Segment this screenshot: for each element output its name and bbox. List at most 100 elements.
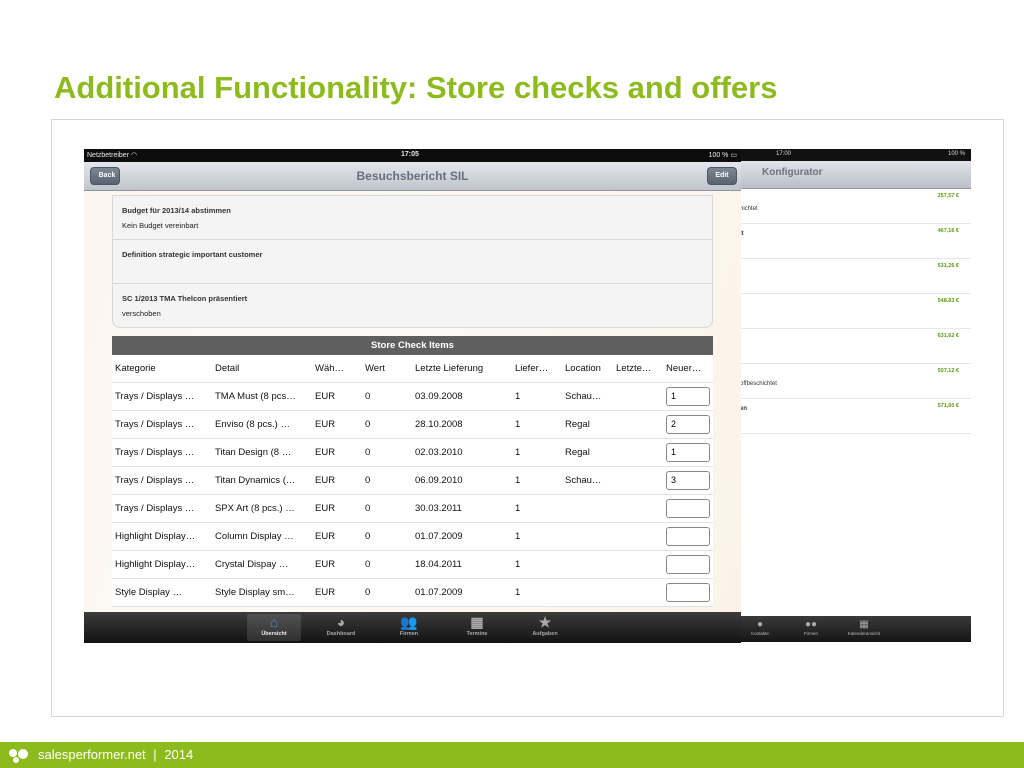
column-header[interactable]: Liefer… xyxy=(512,355,562,383)
new-quantity-input[interactable] xyxy=(666,414,710,434)
cell-kategorie: Trays / Displays … xyxy=(112,410,212,439)
table-row[interactable]: Trays / Displays … Enviso (8 pcs.) … EUR 0 2… xyxy=(112,410,713,439)
cell-waehrung: EUR xyxy=(312,494,362,523)
cell-letzte-lieferung: 01.07.2009 xyxy=(412,522,512,551)
tb-tab-firmen[interactable]: ●● Firmen xyxy=(791,619,831,636)
cell-liefer: 1 xyxy=(512,410,562,439)
table-row[interactable]: Highlight Display… Column Display … EUR 0 01… xyxy=(112,522,713,551)
tb-row-amount: 257,57 € xyxy=(937,193,959,199)
tb-config-row[interactable]: 257,57 € hichtet xyxy=(738,189,971,224)
cell-waehrung: EUR xyxy=(312,466,362,495)
new-quantity-input[interactable] xyxy=(666,498,710,518)
tab-uebersicht[interactable]: ⌂ Übersicht xyxy=(247,614,301,641)
cell-detail: Style Display sm… xyxy=(212,578,312,607)
footer-brand: salesperformer.net xyxy=(38,747,146,762)
tb-status-time: 17:00 xyxy=(776,151,792,157)
new-quantity-input[interactable] xyxy=(666,386,710,406)
column-header[interactable]: Detail xyxy=(212,355,312,383)
tab-termine[interactable]: ▦ Termine xyxy=(450,614,504,641)
people-icon: ●● xyxy=(804,619,818,630)
cell-letzte xyxy=(613,522,663,551)
tb-row-label: en xyxy=(740,406,748,412)
note-item[interactable]: Definition strategic important customer xyxy=(113,240,712,284)
nav-bar: Back Besuchsbericht SIL Edit xyxy=(84,162,741,191)
column-header[interactable]: Location xyxy=(562,355,613,383)
cell-wert: 0 xyxy=(362,410,412,439)
tab-firmen[interactable]: 👥 Firmen xyxy=(382,614,436,641)
cell-kategorie: Trays / Displays … xyxy=(112,466,212,495)
note-item[interactable]: Budget für 2013/14 abstimmen Kein Budget… xyxy=(113,196,712,240)
table-row[interactable]: Trays / Displays … Titan Dynamics (… EUR 0 0… xyxy=(112,466,713,495)
cell-wert: 0 xyxy=(362,438,412,467)
note-heading: Budget für 2013/14 abstimmen xyxy=(122,206,231,215)
cell-liefer: 1 xyxy=(512,466,562,495)
cell-location xyxy=(562,494,613,523)
cell-letzte-lieferung: 02.03.2010 xyxy=(412,438,512,467)
cell-location xyxy=(562,550,613,579)
cell-detail: TMA Must (8 pcs… xyxy=(212,382,312,411)
store-check-header: Store Check Items xyxy=(112,336,713,355)
new-quantity-input[interactable] xyxy=(666,554,710,574)
new-quantity-input[interactable] xyxy=(666,442,710,462)
star-icon: ★ xyxy=(538,614,552,630)
cell-letzte-lieferung: 28.10.2008 xyxy=(412,410,512,439)
table-row[interactable]: Trays / Displays … Titan Design (8 … EUR 0 0… xyxy=(112,438,713,467)
column-header[interactable]: Letzte Lieferung xyxy=(412,355,512,383)
tab-label: Firmen xyxy=(399,631,419,637)
tb-config-row[interactable]: 571,60 € en xyxy=(738,399,971,434)
tb-config-row[interactable]: 548,83 € xyxy=(738,294,971,329)
cell-wert: 0 xyxy=(362,494,412,523)
column-header[interactable]: Kategorie xyxy=(112,355,212,383)
cell-liefer: 1 xyxy=(512,550,562,579)
cell-detail: Titan Dynamics (… xyxy=(212,466,312,495)
cell-location: Regal xyxy=(562,410,613,439)
footer-bar: salesperformer.net | 2014 xyxy=(0,742,1024,768)
cell-letzte xyxy=(613,438,663,467)
cell-waehrung: EUR xyxy=(312,382,362,411)
tb-config-row[interactable]: 631,62 € xyxy=(738,329,971,364)
status-time: 17:05 xyxy=(401,151,419,158)
cell-waehrung: EUR xyxy=(312,438,362,467)
tb-tab-kalender[interactable]: ▦ Kalenderansicht xyxy=(844,619,884,636)
cell-waehrung: EUR xyxy=(312,550,362,579)
table-row[interactable]: Highlight Display… Crystal Dispay … EUR 0 18… xyxy=(112,550,713,579)
table-row[interactable]: Trays / Displays … TMA Must (8 pcs… EUR 0 03… xyxy=(112,382,713,411)
note-heading: SC 1/2013 TMA Thelcon präsentiert xyxy=(122,294,248,303)
tb-status-battery: 100 % xyxy=(947,151,965,157)
tb-tab-kontakte[interactable]: ● Kontakte xyxy=(740,619,780,636)
note-value: Kein Budget vereinbart xyxy=(122,221,199,230)
tab-dashboard[interactable]: ◕ Dashboard xyxy=(314,614,368,641)
tb-config-row[interactable]: 531,26 € xyxy=(738,259,971,294)
column-header[interactable]: Letzte… xyxy=(613,355,663,383)
tb-config-row[interactable]: 507,12 € offbeschichtet xyxy=(738,364,971,399)
status-carrier: Netzbetreiber ◠ xyxy=(87,152,138,159)
cell-detail: SPX Art (8 pcs.) … xyxy=(212,494,312,523)
new-quantity-input[interactable] xyxy=(666,582,710,602)
cell-neuer xyxy=(663,382,713,411)
battery-icon: ▭ xyxy=(730,152,737,159)
note-item[interactable]: SC 1/2013 TMA Thelcon präsentiert versch… xyxy=(113,284,712,328)
salesperformer-logo-icon xyxy=(9,749,28,763)
tb-rows: 257,57 € hichtet 467,16 € lt 531,26 € 548,83 … xyxy=(738,189,971,434)
cell-detail: Enviso (8 pcs.) … xyxy=(212,410,312,439)
cell-neuer xyxy=(663,522,713,551)
column-header[interactable]: Wert xyxy=(362,355,412,383)
cell-location: Regal xyxy=(562,438,613,467)
column-header[interactable]: Neuer… xyxy=(663,355,713,383)
tab-aufgaben[interactable]: ★ Aufgaben xyxy=(518,614,572,641)
table-row[interactable]: Style Display … Style Display sm… EUR 0 01.0… xyxy=(112,578,713,607)
cell-liefer: 1 xyxy=(512,522,562,551)
tb-row-amount: 507,12 € xyxy=(937,368,959,374)
cell-detail: Titan Design (8 … xyxy=(212,438,312,467)
calendar-icon: ▦ xyxy=(859,619,869,630)
edit-button[interactable]: Edit xyxy=(707,167,737,185)
cell-kategorie: Trays / Displays … xyxy=(112,438,212,467)
tb-config-row[interactable]: 467,16 € lt xyxy=(738,224,971,259)
column-header[interactable]: Wäh… xyxy=(312,355,362,383)
tb-row-amount: 467,16 € xyxy=(937,228,959,234)
home-icon: ⌂ xyxy=(269,614,279,630)
new-quantity-input[interactable] xyxy=(666,526,710,546)
table-row[interactable]: Trays / Displays … SPX Art (8 pcs.) … EUR 0… xyxy=(112,494,713,523)
cell-letzte xyxy=(613,578,663,607)
new-quantity-input[interactable] xyxy=(666,470,710,490)
